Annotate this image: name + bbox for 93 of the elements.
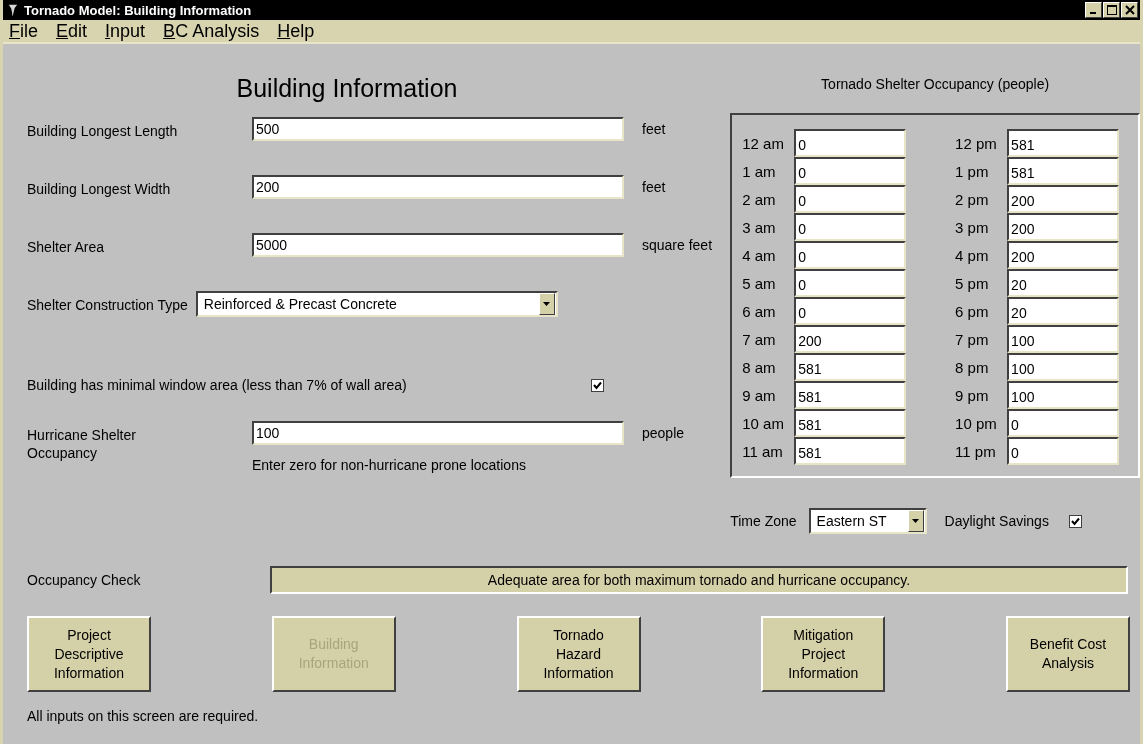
page-heading: Building Information (235, 74, 459, 103)
hour-label: 10 am (742, 414, 785, 432)
hour-label: 5 pm (955, 274, 990, 292)
hour-label: 4 am (742, 246, 777, 264)
hour-label: 7 am (742, 330, 777, 348)
input-field[interactable]: 500 (252, 117, 624, 141)
hour-label: 10 pm (955, 414, 998, 432)
hint-text: Enter zero for non-hurricane prone locations (252, 457, 527, 473)
tornado-icon (8, 2, 18, 18)
input-field[interactable]: 100 (1007, 381, 1120, 409)
hour-label: 2 pm (955, 190, 990, 208)
menu-item[interactable]: Input (105, 21, 146, 41)
hour-label: 8 pm (955, 358, 990, 376)
input-field[interactable]: 0 (794, 157, 907, 185)
menu-item[interactable]: File (9, 21, 38, 41)
nav-button[interactable]: Mitigation Project Information (761, 616, 886, 692)
hour-label: 12 am (742, 134, 785, 152)
hour-label: 8 am (742, 358, 777, 376)
hour-label: 9 am (742, 386, 777, 404)
field-label: Building Longest Length (27, 122, 179, 140)
hour-label: 11 pm (955, 442, 997, 460)
input-field[interactable]: 581 (794, 353, 907, 381)
hour-label: 9 pm (955, 386, 990, 404)
hour-label: 1 am (742, 162, 777, 180)
hour-label: 6 pm (955, 302, 990, 320)
unit-label: people (642, 425, 685, 441)
field-label: Shelter Construction Type (27, 296, 188, 314)
close-button[interactable] (1121, 2, 1138, 18)
minimize-icon (1089, 12, 1096, 14)
field-label: Occupancy Check (27, 572, 142, 588)
window-title: Tornado Model: Building Information (24, 2, 252, 18)
hour-label: 3 am (742, 218, 777, 236)
input-field[interactable]: 581 (1007, 129, 1120, 157)
maximize-icon (1106, 5, 1117, 15)
input-field[interactable]: 0 (1007, 437, 1120, 465)
checkbox[interactable] (1068, 514, 1082, 528)
input-field[interactable]: 0 (794, 269, 907, 297)
input-field[interactable]: 581 (794, 381, 907, 409)
input-field[interactable]: 100 (252, 421, 624, 445)
close-icon (1124, 5, 1135, 15)
hour-label: 12 pm (955, 134, 998, 152)
field-label: Building Longest Width (27, 180, 172, 198)
nav-button[interactable]: Project Descriptive Information (27, 616, 151, 692)
input-field[interactable]: 0 (794, 129, 907, 157)
caret-icon (543, 302, 551, 306)
status-message: Adequate area for both maximum tornado and hurricane occupancy. (270, 566, 1128, 594)
unit-label: square feet (642, 237, 713, 253)
input-field[interactable]: 0 (1007, 409, 1120, 437)
input-field[interactable]: 20 (1007, 269, 1120, 297)
dropdown[interactable]: Reinforced & Precast Concrete (195, 291, 558, 317)
nav-button[interactable]: Tornado Hazard Information (516, 616, 641, 692)
unit-label: feet (642, 121, 666, 137)
input-field[interactable]: 200 (1007, 241, 1120, 269)
unit-label: feet (642, 179, 666, 195)
input-field[interactable]: 581 (794, 437, 907, 465)
input-field[interactable]: 200 (252, 175, 624, 199)
dropdown[interactable]: Eastern ST (808, 508, 927, 534)
minimize-button[interactable] (1085, 2, 1102, 18)
caret-icon (912, 519, 920, 523)
field-label: Shelter Area (27, 238, 106, 256)
checkbox[interactable] (591, 378, 604, 392)
hour-label: 4 pm (955, 246, 990, 264)
checkbox-label: Building has minimal window area (less than 7% of wall area) (27, 377, 408, 393)
input-field[interactable]: 0 (794, 241, 907, 269)
hour-label: 1 pm (955, 162, 990, 180)
input-field[interactable]: 581 (794, 409, 907, 437)
input-field[interactable]: 100 (1007, 325, 1120, 353)
hour-label: 2 am (742, 190, 777, 208)
maximize-button[interactable] (1103, 2, 1120, 18)
nav-button[interactable]: Benefit Cost Analysis (1006, 616, 1130, 692)
input-field[interactable]: 0 (794, 185, 907, 213)
checkbox-label: Daylight Savings (944, 513, 1049, 529)
input-field[interactable]: 20 (1007, 297, 1120, 325)
hour-label: 7 pm (955, 330, 990, 348)
menu-item[interactable]: Help (277, 21, 315, 41)
field-label: Hurricane Shelter Occupancy (27, 426, 137, 462)
input-field[interactable]: 0 (794, 213, 907, 241)
input-field[interactable]: 200 (794, 325, 907, 353)
status-text: All inputs on this screen are required. (27, 708, 260, 724)
hour-label: 3 pm (955, 218, 990, 236)
hour-label: 5 am (742, 274, 777, 292)
input-field[interactable]: 0 (794, 297, 907, 325)
hour-label: 6 am (742, 302, 777, 320)
input-field[interactable]: 5000 (252, 233, 624, 257)
input-field[interactable]: 100 (1007, 353, 1120, 381)
hour-label: 11 am (742, 442, 784, 460)
input-field[interactable]: 200 (1007, 213, 1120, 241)
menu-item[interactable]: Edit (56, 21, 88, 41)
input-field[interactable]: 581 (1007, 157, 1120, 185)
occupancy-title: Tornado Shelter Occupancy (people) (820, 76, 1051, 92)
input-field[interactable]: 200 (1007, 185, 1120, 213)
menu-item[interactable]: BC Analysis (163, 21, 260, 41)
field-label: Time Zone (730, 513, 797, 529)
